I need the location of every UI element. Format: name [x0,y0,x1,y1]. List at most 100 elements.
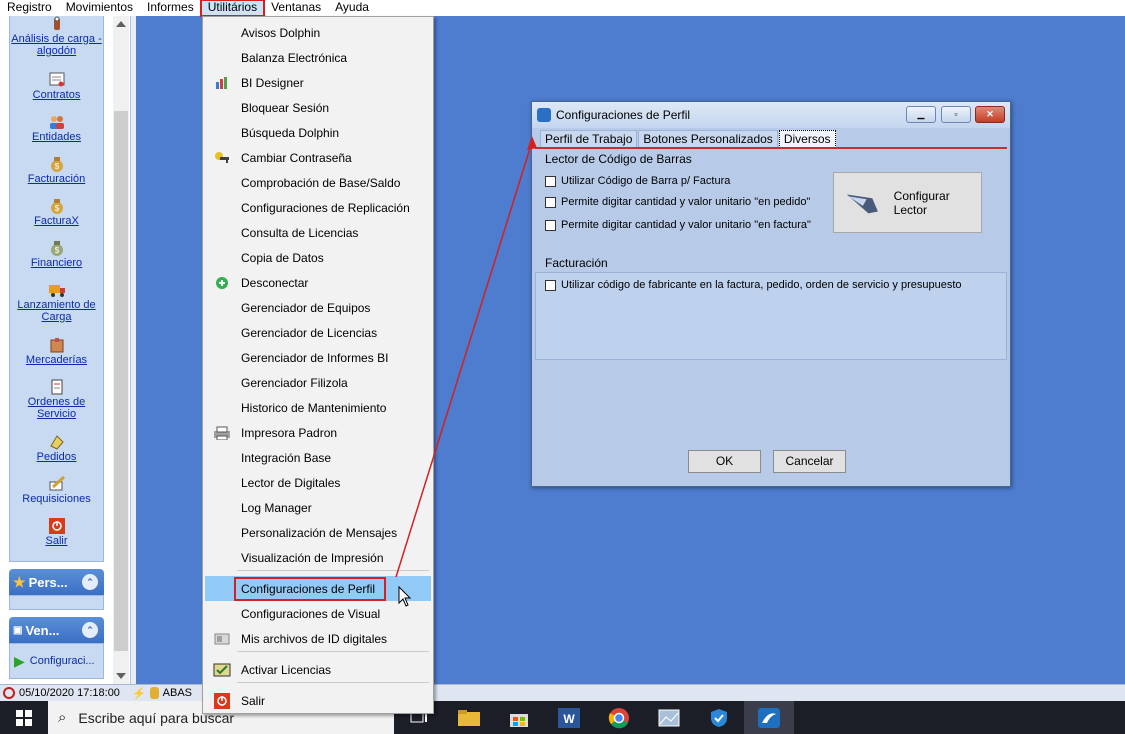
group-title-lector: Lector de Código de Barras [545,152,692,166]
menu-separator [237,570,429,571]
menu-item-mis-archivos-de-id-digitales[interactable]: Mis archivos de ID digitales [205,626,431,651]
menu-item-copia-de-datos[interactable]: Copia de Datos [205,245,431,270]
tab-underline [535,147,1007,149]
menu-ayuda[interactable]: Ayuda [328,0,376,16]
sidebar-item-analisis[interactable]: Análisis de carga - algodón [10,16,103,57]
menu-item-gerenciador-filizola[interactable]: Gerenciador Filizola [205,370,431,395]
tab-diversos[interactable]: Diversos [778,130,836,148]
security-shield-icon[interactable] [694,701,744,734]
chevron-up-icon[interactable]: ⌃ [82,574,98,590]
sidebar-item-pedidos[interactable]: Pedidos [10,434,103,463]
section-header-ven[interactable]: ▣ Ven... ⌃ [9,617,104,643]
scroll-down-icon[interactable] [116,673,126,679]
menu-utilitarios[interactable]: Utilitários [199,0,266,17]
checkbox-box[interactable] [545,279,556,291]
maximize-button[interactable]: ▫ [941,106,971,123]
sidebar-item-facturacion[interactable]: $ Facturación [10,156,103,185]
word-icon[interactable]: W [544,701,594,734]
ok-button[interactable]: OK [688,450,761,473]
menu-item-gerenciador-de-equipos[interactable]: Gerenciador de Equipos [205,295,431,320]
menu-item-busqueda-dolphin[interactable]: Búsqueda Dolphin [205,120,431,145]
tab-botones-personalizados[interactable]: Botones Personalizados [638,130,778,148]
checkbox-codigo-fabricante[interactable]: Utilizar código de fabricante en la fact… [545,279,962,291]
checkbox-label: Permite digitar cantidad y valor unitari… [561,196,811,208]
dolphin-app-icon[interactable] [744,701,794,734]
window-icon: ▣ [13,624,23,636]
menu-movimientos[interactable]: Movimientos [59,0,140,16]
menu-item-configuraciones-de-visual[interactable]: Configuraciones de Visual [205,601,431,626]
menu-item-personalizacion-de-mensajes[interactable]: Personalización de Mensajes [205,520,431,545]
menu-registro[interactable]: Registro [0,0,59,16]
checkbox-en-factura[interactable]: Permite digitar cantidad y valor unitari… [545,219,811,231]
menu-item-log-manager[interactable]: Log Manager [205,495,431,520]
checkbox-utilizar-codigo[interactable]: Utilizar Código de Barra p/ Factura [545,175,730,187]
close-button[interactable]: ✕ [975,106,1005,123]
menu-informes[interactable]: Informes [140,0,201,16]
menu-item-label: Búsqueda Dolphin [241,125,340,140]
checkbox-en-pedido[interactable]: Permite digitar cantidad y valor unitari… [545,196,810,208]
windows-start-icon[interactable] [0,701,48,734]
checkbox-box[interactable] [545,196,556,208]
menu-item-integracion-base[interactable]: Integración Base [205,445,431,470]
configurar-lector-button[interactable]: Configurar Lector [833,172,982,233]
sidebar-item-label: Mercaderías [25,354,88,366]
menu-item-cambiar-contrasena[interactable]: Cambiar Contraseña [205,145,431,170]
money-bag-icon: $ [50,157,63,172]
cancel-button[interactable]: Cancelar [773,450,846,473]
sidebar-item-mercaderias[interactable]: Mercaderías [10,337,103,366]
sidebar-item-ordenes[interactable]: Ordenes de Servicio [10,379,103,420]
sidebar-item-contratos[interactable]: Contratos [10,72,103,101]
menu-item-gerenciador-de-licencias[interactable]: Gerenciador de Licencias [205,320,431,345]
checkbox-box[interactable] [545,175,556,187]
chevron-up-icon[interactable]: ⌃ [82,622,98,638]
menu-item-avisos-dolphin[interactable]: Avisos Dolphin [205,20,431,45]
store-icon[interactable] [494,701,544,734]
menu-ventanas[interactable]: Ventanas [264,0,328,16]
menu-item-bloquear-sesion[interactable]: Bloquear Sesión [205,95,431,120]
sidebar-item-financiero[interactable]: $ Financiero [10,240,103,269]
menu-item-lector-de-digitales[interactable]: Lector de Digitales [205,470,431,495]
menu-item-salir[interactable]: Salir [205,688,431,713]
printer-icon [205,426,239,440]
menu-item-gerenciador-de-informes-bi[interactable]: Gerenciador de Informes BI [205,345,431,370]
menu-item-label: BI Designer [241,75,304,90]
menu-item-balanza-electronica[interactable]: Balanza Electrónica [205,45,431,70]
sidebar-item-requisiciones[interactable]: Requisiciones [10,476,103,505]
scroll-thumb[interactable] [114,111,128,651]
menu-item-comprobacion-de-base-saldo[interactable]: Comprobación de Base/Saldo [205,170,431,195]
menu-item-bi-designer[interactable]: BI Designer [205,70,431,95]
sidebar-nav: Análisis de carga - algodón Contratos En… [9,16,104,562]
menu-item-consulta-de-licencias[interactable]: Consulta de Licencias [205,220,431,245]
section-header-pers[interactable]: ★ Pers... ⌃ [9,569,104,595]
splitter[interactable] [130,16,136,684]
chrome-icon[interactable] [594,701,644,734]
ven-item[interactable]: Configuraci... [30,655,95,667]
menu-item-activar-licencias[interactable]: Activar Licencias [205,657,431,682]
sidebar-scrollbar[interactable] [113,16,129,684]
menu-item-historico-de-mantenimiento[interactable]: Historico de Mantenimiento [205,395,431,420]
box-icon [50,338,63,353]
checkbox-label: Utilizar Código de Barra p/ Factura [561,175,731,187]
sidebar-item-lanzamiento[interactable]: Lanzamiento de Carga [10,282,103,323]
tab-perfil-trabajo[interactable]: Perfil de Trabajo [540,130,638,148]
scroll-up-icon[interactable] [116,21,126,27]
photos-icon[interactable] [644,701,694,734]
dialog-titlebar[interactable]: Configuraciones de Perfil ▁ ▫ ✕ [532,102,1010,128]
sidebar-item-facturax[interactable]: $ FacturaX [10,198,103,227]
sidebar-item-salir[interactable]: Salir [10,518,103,547]
money-bag-icon: $ [50,241,63,256]
menu-item-configuraciones-de-perfil[interactable]: Configuraciones de Perfil [205,576,431,601]
file-explorer-icon[interactable] [444,701,494,734]
document-icon [51,379,62,395]
sidebar-item-label: Ordenes de Servicio [27,396,86,420]
menu-item-desconectar[interactable]: Desconectar [205,270,431,295]
menu-item-label: Lector de Digitales [241,475,341,490]
menu-item-impresora-padron[interactable]: Impresora Padron [205,420,431,445]
minimize-button[interactable]: ▁ [906,106,936,123]
sidebar-item-label: Lanzamiento de Carga [17,299,96,323]
menu-item-label: Copia de Datos [241,250,324,265]
sidebar-item-entidades[interactable]: Entidades [10,114,103,143]
checkbox-box[interactable] [545,219,556,231]
menu-item-configuraciones-de-replicacion[interactable]: Configuraciones de Replicación [205,195,431,220]
menu-item-visualizacion-de-impresion[interactable]: Visualización de Impresión [205,545,431,570]
